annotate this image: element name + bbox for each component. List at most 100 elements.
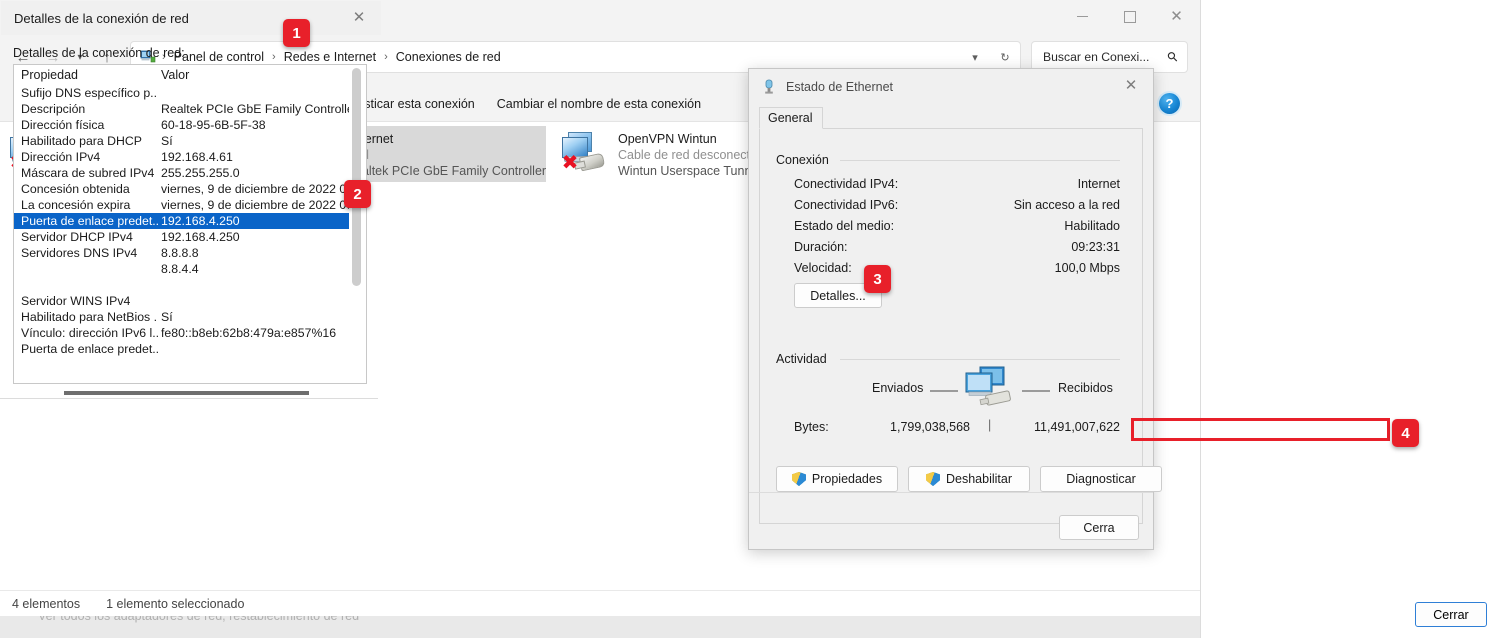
row-value: fe80::b8eb:62b8:479a:e857%16: [158, 326, 336, 340]
refresh-button[interactable]: ↻: [990, 43, 1020, 71]
table-row[interactable]: Servidor WINS IPv4: [14, 293, 366, 309]
table-row[interactable]: Máscara de subred IPv4255.255.255.0: [14, 165, 366, 181]
breadcrumb-item-2[interactable]: Conexiones de red: [394, 50, 503, 64]
diagnose-button[interactable]: Diagnosticar: [1040, 466, 1162, 492]
window-controls: ✕: [1059, 0, 1200, 33]
ghost-strip: Ver todos los adaptadores de red, restab…: [0, 616, 1200, 638]
table-row[interactable]: Dirección IPv4192.168.4.61: [14, 149, 366, 165]
properties-button[interactable]: Propiedades: [776, 466, 898, 492]
row-value: Realtek PCIe GbE Family Controller: [158, 102, 358, 116]
ipv6-connectivity-value: Sin acceso a la red: [910, 198, 1120, 212]
minimize-icon: [1077, 16, 1088, 17]
ethernet-general-panel: Conexión Conectividad IPv4: Internet Con…: [759, 129, 1143, 524]
ethernet-status-dialog: Estado de Ethernet ✕ General Conexión Co…: [748, 68, 1154, 550]
row-property: Descripción: [14, 102, 158, 116]
details-dialog-title-bar: Detalles de la conexión de red ✕: [1, 1, 381, 35]
help-icon[interactable]: ?: [1159, 93, 1180, 114]
table-row-selected[interactable]: Puerta de enlace predet...192.168.4.250: [14, 213, 351, 229]
search-input[interactable]: [1041, 49, 1155, 65]
ethernet-dialog-title: Estado de Ethernet: [786, 80, 893, 94]
minimize-button[interactable]: [1059, 0, 1106, 33]
scrollbar-thumb[interactable]: [64, 391, 309, 395]
tab-general[interactable]: General: [759, 107, 823, 129]
table-row[interactable]: Habilitado para DHCPSí: [14, 133, 366, 149]
table-row[interactable]: La concesión expiraviernes, 9 de diciemb…: [14, 197, 366, 213]
ethernet-close-button[interactable]: Cerra: [1059, 515, 1139, 540]
row-value: 255.255.255.0: [158, 166, 240, 180]
network-adapter-icon: ✖: [560, 129, 616, 179]
chevron-down-icon: ▾: [972, 51, 978, 64]
duration-label: Duración:: [794, 240, 848, 254]
table-row[interactable]: Dirección física60-18-95-6B-5F-38: [14, 117, 366, 133]
sent-line: [930, 390, 958, 392]
row-property: Servidor WINS IPv4: [14, 294, 158, 308]
details-listbox[interactable]: Propiedad Valor Sufijo DNS específico p.…: [13, 64, 367, 384]
selection-count-label: 1 elemento seleccionado: [106, 597, 244, 611]
table-row[interactable]: Habilitado para NetBios ...Sí: [14, 309, 366, 325]
connection-group-rule: [840, 160, 1120, 161]
row-value: 192.168.4.61: [158, 150, 233, 164]
details-dialog-title: Detalles de la conexión de red: [14, 11, 189, 26]
row-property: Servidor DHCP IPv4: [14, 230, 158, 244]
media-state-value: Habilitado: [910, 219, 1120, 233]
maximize-button[interactable]: [1106, 0, 1153, 33]
connection-adapter: Wintun Userspace Tunn: [618, 163, 751, 179]
bytes-received-value: 11,491,007,622: [1000, 420, 1120, 434]
close-icon: ✕: [1125, 76, 1138, 94]
disconnected-x-icon: ✖: [561, 153, 579, 171]
row-property: Puerta de enlace predet...: [14, 342, 158, 356]
breadcrumb-item-0[interactable]: Panel de control: [172, 50, 266, 64]
row-value: viernes, 9 de diciembre de 2022 08:5: [158, 182, 363, 196]
ethernet-dialog-title-bar: Estado de Ethernet ✕: [749, 69, 1153, 105]
connection-name: Ethernet: [346, 131, 546, 147]
received-label: Recibidos: [1058, 381, 1113, 395]
row-value: Sí: [158, 134, 173, 148]
table-row[interactable]: Sufijo DNS específico p...: [14, 85, 366, 101]
close-icon: ✕: [1170, 9, 1183, 24]
table-row[interactable]: Concesión obtenidaviernes, 9 de diciembr…: [14, 181, 366, 197]
table-row[interactable]: DescripciónRealtek PCIe GbE Family Contr…: [14, 101, 366, 117]
speed-value: 100,0 Mbps: [910, 261, 1120, 275]
connection-adapter: Realtek PCIe GbE Family Controller: [346, 163, 546, 179]
vertical-scrollbar[interactable]: [349, 66, 365, 384]
scrollbar-thumb[interactable]: [352, 68, 361, 286]
table-row[interactable]: Puerta de enlace predet...: [14, 341, 366, 357]
horizontal-scrollbar[interactable]: [14, 388, 346, 398]
address-dropdown-button[interactable]: ▾: [960, 43, 990, 71]
row-value: 192.168.4.250: [158, 214, 240, 228]
details-list-header: Propiedad Valor: [14, 65, 366, 85]
breadcrumb-separator-2: ›: [378, 51, 394, 63]
row-property: Concesión obtenida: [14, 182, 158, 196]
details-close-button[interactable]: Cerrar: [1415, 602, 1487, 627]
properties-label: Propiedades: [812, 472, 882, 486]
table-row[interactable]: Vínculo: dirección IPv6 l...fe80::b8eb:6…: [14, 325, 366, 341]
breadcrumb-item-1[interactable]: Redes e Internet: [282, 50, 378, 64]
speed-label: Velocidad:: [794, 261, 852, 275]
column-header-value: Valor: [158, 68, 189, 82]
table-row[interactable]: Servidor DHCP IPv4192.168.4.250: [14, 229, 366, 245]
rename-connection-button[interactable]: Cambiar el nombre de esta conexión: [488, 92, 710, 116]
table-row[interactable]: [14, 277, 366, 293]
row-property: La concesión expira: [14, 198, 158, 212]
disable-button[interactable]: Deshabilitar: [908, 466, 1030, 492]
callout-badge-4: 4: [1392, 419, 1419, 447]
row-property: Máscara de subred IPv4: [14, 166, 158, 180]
row-property: Dirección IPv4: [14, 150, 158, 164]
connection-group-header: Conexión: [776, 153, 829, 167]
screen-root: Conexiones de red ✕ ← → ▾ ↑: [0, 0, 1500, 638]
received-line: [1022, 390, 1050, 392]
table-row[interactable]: Servidores DNS IPv48.8.8.8: [14, 245, 366, 261]
ethernet-dialog-close-button[interactable]: ✕: [1109, 69, 1153, 101]
table-row[interactable]: 8.8.4.4: [14, 261, 366, 277]
callout-badge-3: 3: [864, 265, 891, 293]
close-window-button[interactable]: ✕: [1153, 0, 1200, 33]
details-dialog-close-button[interactable]: ✕: [337, 1, 381, 33]
breadcrumb-separator-1: ›: [266, 51, 282, 63]
shield-icon: [926, 472, 940, 486]
ethernet-footer-rule: [749, 492, 1153, 493]
row-property: Dirección física: [14, 118, 158, 132]
activity-group-header: Actividad: [776, 352, 827, 366]
refresh-icon: ↻: [1000, 51, 1009, 64]
close-icon: ✕: [353, 8, 366, 26]
list-item-text: OpenVPN Wintun Cable de red desconect Wi…: [618, 129, 751, 179]
